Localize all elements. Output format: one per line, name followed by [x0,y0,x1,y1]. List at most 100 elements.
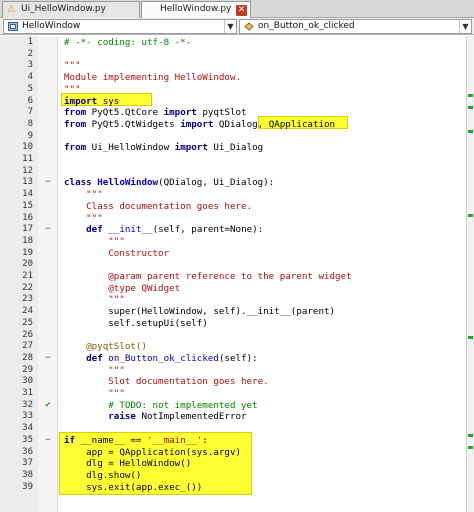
code-text: def on_Button_ok_clicked(self): [86,352,258,364]
chevron-down-icon[interactable]: ▼ [224,20,236,33]
line-number: 3 [27,60,33,71]
code-editor[interactable]: 1 # -*- coding: utf-8 -*- 2 3 """ 4 Module imp… [0,36,474,512]
code-text: super(HelloWindow, self).__init__(parent… [64,306,336,318]
code-line[interactable]: 34 [0,423,466,435]
code-line[interactable]: 5 """ [0,84,466,96]
code-line[interactable]: 22 @type QWidget [0,283,466,295]
tab-hellowindow[interactable]: HelloWindow.py ✕ [141,1,251,19]
code-line[interactable]: 35− if __name__ == '__main__': [0,435,466,447]
code-line[interactable]: 33 raise NotImplementedError [0,411,466,423]
line-number: 36 [22,446,33,457]
code-line[interactable]: 1 # -*- coding: utf-8 -*- [0,37,466,49]
code-line[interactable]: 2 [0,49,466,61]
code-line[interactable]: 18 """ [0,236,466,248]
class-icon [8,22,18,31]
code-line[interactable]: 20 [0,259,466,271]
tab-label: Ui_HelloWindow.py [21,4,106,14]
line-number: 13 [22,177,33,188]
line-number: 32 [22,399,33,410]
code-text: # TODO: not implemented yet [64,399,258,411]
line-number: 34 [22,423,33,434]
code-line[interactable]: 10 from Ui_HelloWindow import Ui_Dialog [0,142,466,154]
tab-label: HelloWindow.py [160,4,232,14]
close-icon[interactable]: ✕ [236,5,247,16]
line-number: 15 [22,200,33,211]
code-line[interactable]: 32 ✔ # TODO: not implemented yet [0,400,466,412]
task-marker-icon: ✔ [45,399,51,410]
code-line[interactable]: 36 app = QApplication(sys.argv) [0,447,466,459]
code-text: dlg = HelloWindow() [64,458,192,470]
code-text: class HelloWindow(QDialog, Ui_Dialog): [64,177,275,189]
fold-toggle-icon[interactable]: − [43,177,53,189]
change-marker [468,106,473,109]
line-number: 12 [22,165,33,176]
code-line[interactable]: 15 Class documentation goes here. [0,201,466,213]
code-line[interactable]: 4 Module implementing HelloWindow. [0,72,466,84]
line-number: 26 [22,329,33,340]
code-line[interactable]: 8 from PyQt5.QtWidgets import QDialog, QA… [0,119,466,131]
code-text: @type QWidget [64,282,181,294]
line-number: 37 [22,458,33,469]
code-text: app = QApplication(sys.argv) [64,446,242,458]
code-line[interactable]: 14 """ [0,189,466,201]
line-number: 21 [22,271,33,281]
line-number: 1 [27,37,33,47]
code-line[interactable]: 31 """ [0,388,466,400]
code-text: """ [64,83,81,95]
code-text: Module implementing HelloWindow. [64,72,242,84]
code-text: from PyQt5.QtWidgets import QDialog, QAp… [64,118,336,130]
code-text: from PyQt5.QtCore import pyqtSlot [64,107,247,119]
line-number: 27 [22,341,33,352]
line-number: 2 [27,48,33,59]
line-number: 10 [22,142,33,153]
code-line[interactable]: 16 """ [0,213,466,225]
code-line[interactable]: 9 [0,131,466,143]
code-line[interactable]: 37 dlg = HelloWindow() [0,458,466,470]
code-line[interactable]: 3 """ [0,60,466,72]
code-line[interactable]: 21 @param parent reference to the parent… [0,271,466,283]
fold-toggle-icon[interactable]: − [43,353,53,365]
change-marker [468,446,473,449]
code-line[interactable]: 7 from PyQt5.QtCore import pyqtSlot [0,107,466,119]
code-line[interactable]: 27 @pyqtSlot() [0,341,466,353]
code-line[interactable]: 39 sys.exit(app.exec_()) [0,482,466,494]
chevron-down-icon[interactable]: ▼ [459,20,471,33]
fold-toggle-icon[interactable]: − [43,224,53,236]
line-number: 33 [22,411,33,422]
code-text: # -*- coding: utf-8 -*- [64,37,192,48]
line-number: 7 [27,107,33,118]
code-text: @pyqtSlot() [64,341,147,353]
class-selector[interactable]: HelloWindow ▼ [3,19,237,34]
code-text: Slot documentation goes here. [64,376,269,388]
code-line[interactable]: 11 [0,154,466,166]
code-line[interactable]: 28− def on_Button_ok_clicked(self): [0,353,466,365]
code-line[interactable]: 13− class HelloWindow(QDialog, Ui_Dialog)… [0,177,466,189]
code-line[interactable]: 38 dlg.show() [0,470,466,482]
line-number: 25 [22,317,33,328]
code-text: """ [64,364,125,376]
code-line[interactable]: 24 super(HelloWindow, self).__init__(par… [0,306,466,318]
code-text: sys.exit(app.exec_()) [64,481,203,493]
code-text: """ [64,189,103,201]
code-line[interactable]: 23 """ [0,294,466,306]
code-line[interactable]: 25 self.setupUi(self) [0,318,466,330]
code-text: dlg.show() [64,469,142,481]
code-text: self.setupUi(self) [64,317,208,329]
code-line[interactable]: 26 [0,330,466,342]
line-number: 4 [27,72,33,83]
code-line[interactable]: 30 Slot documentation goes here. [0,376,466,388]
change-marker [468,336,473,339]
change-marker [468,130,473,133]
line-number: 9 [27,130,33,141]
code-line[interactable]: 12 [0,166,466,178]
change-marker-ruler[interactable] [466,36,474,512]
tab-ui-hellowindow[interactable]: ⚠ Ui_HelloWindow.py [2,1,140,18]
code-line[interactable]: 29 """ [0,365,466,377]
method-selector[interactable]: on_Button_ok_clicked ▼ [239,19,472,34]
fold-toggle-icon[interactable]: − [43,435,53,447]
code-line[interactable]: 6 import sys [0,96,466,108]
line-number: 17 [22,224,33,235]
line-number: 18 [22,235,33,246]
code-line[interactable]: 19 Constructor [0,248,466,260]
code-line[interactable]: 17− def __init__(self, parent=None): [0,224,466,236]
